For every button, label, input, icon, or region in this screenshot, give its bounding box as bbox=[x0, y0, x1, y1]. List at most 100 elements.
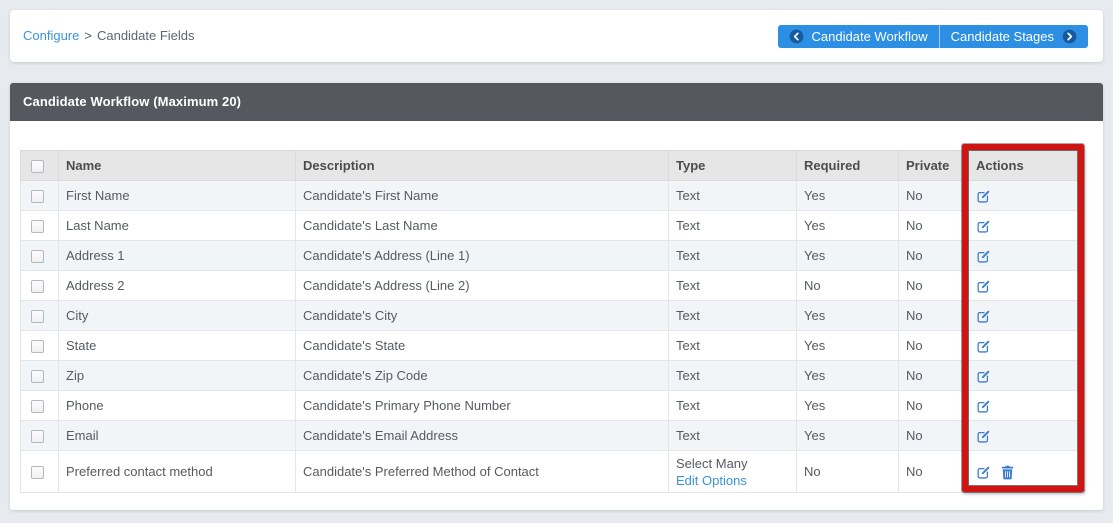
table-row: Preferred contact method Candidate's Pre… bbox=[20, 450, 1081, 493]
trash-icon[interactable] bbox=[1001, 465, 1014, 480]
row-checkbox[interactable] bbox=[31, 250, 44, 264]
candidate-fields-table: Name Description Type Required Private A… bbox=[20, 150, 1081, 493]
field-type: Text bbox=[676, 188, 700, 203]
field-private: No bbox=[898, 450, 969, 493]
field-type: Text bbox=[676, 218, 700, 233]
field-type: Text bbox=[676, 248, 700, 263]
field-required: Yes bbox=[796, 360, 899, 391]
field-name: Address 2 bbox=[58, 270, 296, 301]
edit-icon[interactable] bbox=[976, 465, 991, 480]
field-type: Text bbox=[676, 308, 700, 323]
field-name: Phone bbox=[58, 390, 296, 421]
edit-icon[interactable] bbox=[976, 279, 991, 294]
edit-icon[interactable] bbox=[976, 429, 991, 444]
field-private: No bbox=[898, 210, 969, 241]
field-description: Candidate's Preferred Method of Contact bbox=[295, 450, 669, 493]
field-name: Email bbox=[58, 420, 296, 451]
field-required: No bbox=[796, 450, 899, 493]
field-private: No bbox=[898, 330, 969, 361]
field-private: No bbox=[898, 390, 969, 421]
field-description: Candidate's State bbox=[295, 330, 669, 361]
breadcrumb-link-configure[interactable]: Configure bbox=[23, 28, 79, 43]
edit-icon[interactable] bbox=[976, 369, 991, 384]
field-type: Text bbox=[676, 278, 700, 293]
chevron-circle-right-icon bbox=[1062, 29, 1077, 44]
field-name: City bbox=[58, 300, 296, 331]
row-checkbox[interactable] bbox=[31, 220, 44, 234]
row-checkbox[interactable] bbox=[31, 370, 44, 384]
field-private: No bbox=[898, 360, 969, 391]
workflow-nav-buttons: Candidate Workflow Candidate Stages bbox=[777, 25, 1088, 48]
edit-icon[interactable] bbox=[976, 309, 991, 324]
field-private: No bbox=[898, 300, 969, 331]
field-required: Yes bbox=[796, 330, 899, 361]
column-header-required: Required bbox=[796, 150, 899, 181]
field-name: Last Name bbox=[58, 210, 296, 241]
table-row: Email Candidate's Email Address Text Yes… bbox=[20, 420, 1081, 451]
field-private: No bbox=[898, 270, 969, 301]
field-type: Text bbox=[676, 398, 700, 413]
field-required: No bbox=[796, 270, 899, 301]
breadcrumb: Configure > Candidate Fields bbox=[23, 10, 195, 62]
field-description: Candidate's Address (Line 2) bbox=[295, 270, 669, 301]
field-name: Address 1 bbox=[58, 240, 296, 271]
field-name: Preferred contact method bbox=[58, 450, 296, 493]
candidate-workflow-panel: Candidate Workflow (Maximum 20) Name Des… bbox=[10, 83, 1103, 510]
chevron-circle-left-icon bbox=[789, 29, 804, 44]
edit-icon[interactable] bbox=[976, 219, 991, 234]
field-description: Candidate's Address (Line 1) bbox=[295, 240, 669, 271]
column-header-type: Type bbox=[668, 150, 797, 181]
field-name: First Name bbox=[58, 180, 296, 211]
field-description: Candidate's Zip Code bbox=[295, 360, 669, 391]
row-checkbox[interactable] bbox=[31, 400, 44, 414]
table-row: Address 1 Candidate's Address (Line 1) T… bbox=[20, 240, 1081, 271]
edit-options-link[interactable]: Edit Options bbox=[676, 472, 747, 489]
field-type: Text bbox=[676, 338, 700, 353]
field-required: Yes bbox=[796, 240, 899, 271]
table-row: Zip Candidate's Zip Code Text Yes No bbox=[20, 360, 1081, 391]
column-header-name: Name bbox=[58, 150, 296, 181]
field-required: Yes bbox=[796, 210, 899, 241]
breadcrumb-bar: Configure > Candidate Fields Candidate Wor… bbox=[10, 10, 1103, 62]
candidate-stages-button[interactable]: Candidate Stages bbox=[938, 25, 1088, 48]
field-private: No bbox=[898, 420, 969, 451]
field-description: Candidate's First Name bbox=[295, 180, 669, 211]
field-required: Yes bbox=[796, 420, 899, 451]
table-row: Last Name Candidate's Last Name Text Yes… bbox=[20, 210, 1081, 241]
select-all-checkbox[interactable] bbox=[31, 160, 44, 174]
row-checkbox[interactable] bbox=[31, 190, 44, 204]
row-checkbox[interactable] bbox=[31, 466, 44, 480]
column-header-private: Private bbox=[898, 150, 969, 181]
breadcrumb-separator: > bbox=[84, 28, 92, 43]
field-private: No bbox=[898, 240, 969, 271]
table-header-row: Name Description Type Required Private A… bbox=[20, 150, 1081, 181]
candidate-workflow-button[interactable]: Candidate Workflow bbox=[777, 25, 939, 48]
column-header-description: Description bbox=[295, 150, 669, 181]
field-required: Yes bbox=[796, 390, 899, 421]
field-private: No bbox=[898, 180, 969, 211]
breadcrumb-current: Candidate Fields bbox=[96, 28, 195, 43]
edit-icon[interactable] bbox=[976, 399, 991, 414]
row-checkbox[interactable] bbox=[31, 340, 44, 354]
field-description: Candidate's Primary Phone Number bbox=[295, 390, 669, 421]
field-name: State bbox=[58, 330, 296, 361]
edit-icon[interactable] bbox=[976, 189, 991, 204]
field-type: Select Many bbox=[676, 455, 748, 471]
field-type: Text bbox=[676, 428, 700, 443]
row-checkbox[interactable] bbox=[31, 280, 44, 294]
candidate-workflow-label: Candidate Workflow bbox=[811, 29, 928, 44]
edit-icon[interactable] bbox=[976, 339, 991, 354]
field-required: Yes bbox=[796, 300, 899, 331]
field-description: Candidate's Email Address bbox=[295, 420, 669, 451]
field-description: Candidate's City bbox=[295, 300, 669, 331]
edit-icon[interactable] bbox=[976, 249, 991, 264]
candidate-stages-label: Candidate Stages bbox=[950, 29, 1054, 44]
field-description: Candidate's Last Name bbox=[295, 210, 669, 241]
table-row: First Name Candidate's First Name Text Y… bbox=[20, 180, 1081, 211]
row-checkbox[interactable] bbox=[31, 430, 44, 444]
field-type: Text bbox=[676, 368, 700, 383]
column-header-actions: Actions bbox=[968, 150, 1081, 181]
table-row: Phone Candidate's Primary Phone Number T… bbox=[20, 390, 1081, 421]
field-name: Zip bbox=[58, 360, 296, 391]
row-checkbox[interactable] bbox=[31, 310, 44, 324]
